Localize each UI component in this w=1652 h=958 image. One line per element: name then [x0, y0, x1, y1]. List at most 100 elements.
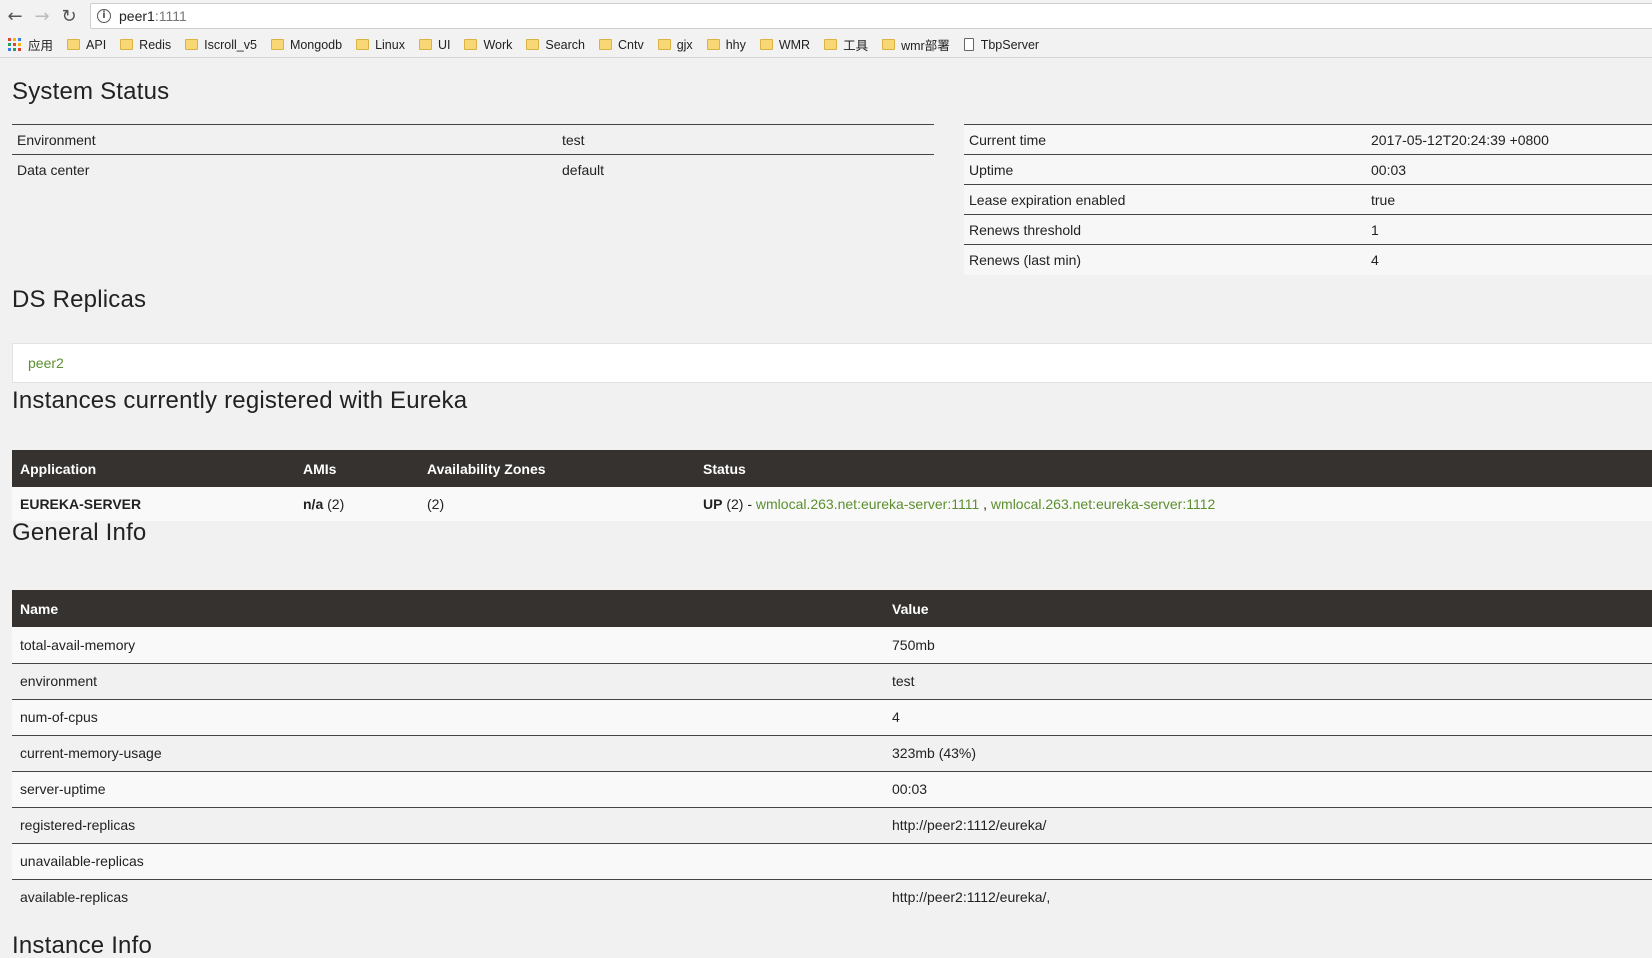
ds-replicas-list: peer2 [12, 343, 1652, 383]
general-info-table: Name Value total-avail-memory 750mb enviro… [12, 590, 1652, 915]
bookmark-label: API [86, 37, 107, 52]
bookmark-item[interactable]: Mongodb [270, 37, 343, 52]
instance-link-1111[interactable]: wmlocal.263.net:eureka-server:1111 [756, 496, 979, 512]
table-row: Environment test [12, 124, 934, 155]
status-value: 00:03 [1366, 154, 1652, 185]
bookmark-label: Search [545, 37, 585, 52]
bookmark-label: 应用 [28, 39, 54, 53]
status-key: Renews (last min) [964, 244, 1366, 275]
forward-arrow-icon[interactable]: → [29, 3, 55, 29]
bookmark-item[interactable]: wmr部署 [882, 35, 950, 54]
bookmark-label: Cntv [618, 37, 644, 52]
table-row: environment test [12, 662, 1652, 699]
status-key: Current time [964, 124, 1366, 155]
bookmark-label: gjx [676, 37, 693, 52]
folder-icon [526, 39, 540, 50]
column-header-name: Name [12, 590, 884, 627]
bookmark-item[interactable]: TbpServer [963, 37, 1040, 52]
column-header-application: Application [12, 450, 295, 487]
info-icon[interactable]: i [97, 9, 111, 23]
system-status-right-table: Current time 2017-05-12T20:24:39 +0800 Upt… [964, 124, 1652, 275]
info-value: test [884, 662, 1652, 699]
bookmark-item[interactable]: Linux [356, 38, 405, 52]
bookmark-item[interactable]: gjx [657, 37, 693, 52]
bookmark-label: WMR [778, 37, 811, 52]
status-key: Lease expiration enabled [964, 184, 1366, 215]
column-header-amis: AMIs [295, 450, 419, 487]
info-value [884, 842, 1652, 879]
column-header-availability-zones: Availability Zones [419, 450, 695, 487]
status-key: Data center [12, 154, 557, 185]
bookmark-label: wmr部署 [901, 39, 950, 53]
address-bar[interactable]: i peer1:1111 [90, 3, 1652, 29]
table-row: registered-replicas http://peer2:1112/eur… [12, 806, 1652, 843]
folder-icon [706, 39, 720, 50]
folder-icon [824, 39, 838, 50]
bookmark-item[interactable]: hhy [706, 37, 746, 52]
folder-icon [356, 39, 370, 50]
table-row: num-of-cpus 4 [12, 698, 1652, 735]
table-row: Uptime 00:03 [964, 154, 1652, 185]
info-name: current-memory-usage [12, 734, 884, 771]
folder-icon [599, 39, 612, 50]
bookmark-label: Mongodb [289, 37, 343, 52]
folder-icon [882, 39, 896, 50]
table-row: Data center default [12, 154, 934, 185]
bookmark-label: hhy [725, 37, 746, 52]
table-row: available-replicas http://peer2:1112/eure… [12, 878, 1652, 915]
info-value: 323mb (43%) [884, 734, 1652, 771]
column-header-value: Value [884, 590, 1652, 627]
system-status-title: System Status [12, 78, 170, 105]
status-value: true [1366, 184, 1652, 215]
table-row: server-uptime 00:03 [12, 770, 1652, 807]
bookmark-item[interactable]: Iscroll_v5 [185, 38, 257, 52]
amis-cell: n/a (2) [295, 487, 419, 521]
status-value: 1 [1366, 214, 1652, 245]
status-cell: UP (2) - wmlocal.263.net:eureka-server:1… [695, 487, 1652, 521]
instances-table: Application AMIs Availability Zones Stat… [12, 450, 1652, 521]
url-port: :1111 [154, 8, 187, 24]
bookmark-item[interactable]: API [67, 38, 106, 52]
bookmark-label: 工具 [843, 39, 869, 53]
bookmark-label: Linux [375, 37, 405, 52]
info-name: num-of-cpus [12, 698, 884, 735]
bookmark-item[interactable]: Cntv [599, 38, 644, 52]
general-info-title: General Info [12, 519, 147, 546]
status-value: test [557, 124, 934, 155]
bookmark-label: Iscroll_v5 [204, 37, 257, 52]
instances-title: Instances currently registered with Eure… [12, 387, 468, 414]
status-count: (2) - [722, 496, 756, 512]
system-status-left-table: Environment test Data center default [12, 124, 934, 185]
info-value: 00:03 [884, 770, 1652, 807]
bookmark-item[interactable]: Search [526, 38, 585, 52]
bookmark-item[interactable]: 应用 [8, 35, 53, 54]
bookmark-label: TbpServer [980, 37, 1040, 52]
folder-icon [418, 39, 432, 50]
bookmark-item[interactable]: UI [418, 38, 450, 52]
info-value: http://peer2:1112/eureka/, [884, 878, 1652, 915]
application-name: EUREKA-SERVER [20, 496, 142, 512]
folder-icon [120, 39, 134, 50]
ds-replica-link[interactable]: peer2 [28, 355, 64, 371]
table-row: Lease expiration enabled true [964, 184, 1652, 215]
bookmark-item[interactable]: Redis [120, 38, 171, 52]
info-name: total-avail-memory [12, 627, 884, 663]
status-value: 4 [1366, 244, 1652, 275]
instance-link-1112[interactable]: wmlocal.263.net:eureka-server:1112 [991, 496, 1215, 512]
bookmark-item[interactable]: Work [464, 38, 512, 52]
reload-icon[interactable]: ↻ [56, 3, 82, 29]
folder-icon [270, 39, 284, 50]
folder-icon [759, 39, 773, 50]
bookmark-label: Redis [139, 37, 172, 52]
folder-icon [67, 39, 81, 50]
info-name: unavailable-replicas [12, 842, 884, 879]
table-row: Current time 2017-05-12T20:24:39 +0800 [964, 124, 1652, 155]
back-arrow-icon[interactable]: ← [2, 3, 28, 29]
amis-count: (2) [323, 496, 345, 512]
info-name: available-replicas [12, 878, 884, 915]
info-name: registered-replicas [12, 806, 884, 843]
info-value: 750mb [884, 627, 1652, 663]
bookmark-item[interactable]: 工具 [824, 35, 868, 54]
bookmark-item[interactable]: WMR [759, 37, 811, 52]
browser-toolbar: ← → ↻ i peer1:1111 [0, 0, 1652, 32]
